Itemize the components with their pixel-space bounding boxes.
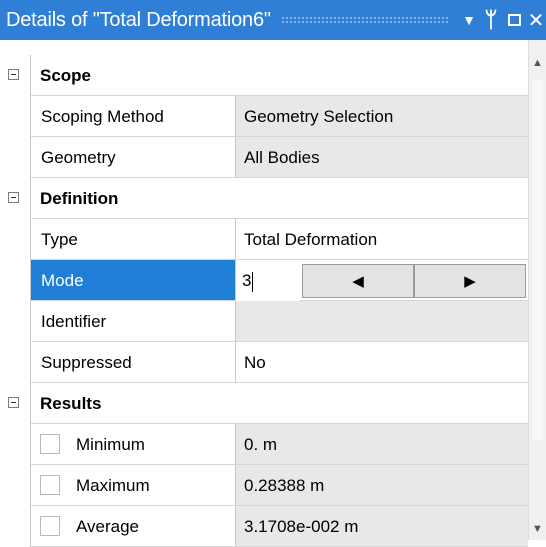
property-value[interactable]: 0.28388 m bbox=[236, 465, 528, 506]
property-row-maximum[interactable]: Maximum 0.28388 m bbox=[0, 465, 528, 506]
mode-value: 3 bbox=[242, 271, 252, 290]
close-icon[interactable]: ✕ bbox=[526, 0, 546, 40]
property-row-minimum[interactable]: Minimum 0. m bbox=[0, 424, 528, 465]
property-value[interactable]: All Bodies bbox=[236, 137, 528, 178]
property-value[interactable] bbox=[236, 301, 528, 342]
mode-input[interactable]: 3 bbox=[236, 260, 300, 301]
collapse-icon[interactable] bbox=[8, 192, 19, 203]
group-header-results[interactable]: Results bbox=[0, 383, 528, 424]
scroll-down-icon[interactable]: ▼ bbox=[529, 520, 546, 538]
property-name: Type bbox=[30, 219, 236, 260]
scrollbar-thumb[interactable] bbox=[532, 80, 543, 440]
property-name: Suppressed bbox=[30, 342, 236, 383]
drag-grip[interactable] bbox=[280, 16, 450, 24]
group-header-cell bbox=[30, 55, 528, 96]
text-caret bbox=[252, 271, 254, 292]
property-name: Identifier bbox=[30, 301, 236, 342]
group-label: Scope bbox=[40, 66, 92, 85]
title-bar[interactable]: Details of "Total Deformation6" ▼ ᛘ ✕ bbox=[0, 0, 546, 40]
property-row-suppressed[interactable]: Suppressed No bbox=[0, 342, 528, 383]
property-row-geometry[interactable]: Geometry All Bodies bbox=[0, 137, 528, 178]
parameter-checkbox[interactable] bbox=[40, 516, 60, 536]
parameter-checkbox[interactable] bbox=[40, 434, 60, 454]
property-name: Mode bbox=[30, 260, 236, 301]
group-header-cell bbox=[30, 383, 528, 424]
triangle-right-icon: ▶ bbox=[464, 273, 476, 290]
collapse-icon[interactable] bbox=[8, 397, 19, 408]
property-name: Average bbox=[76, 517, 140, 536]
next-mode-button[interactable]: ▶ bbox=[414, 264, 526, 298]
property-value[interactable]: 0. m bbox=[236, 424, 528, 465]
property-row-identifier[interactable]: Identifier bbox=[0, 301, 528, 342]
property-value[interactable]: Total Deformation bbox=[236, 219, 528, 260]
property-name: Minimum bbox=[76, 435, 145, 454]
property-row-scoping-method[interactable]: Scoping Method Geometry Selection bbox=[0, 96, 528, 137]
property-row-mode[interactable]: Mode 3 ◀ ▶ bbox=[0, 260, 528, 301]
property-value[interactable]: 3.1708e-002 m bbox=[236, 506, 528, 547]
property-row-average[interactable]: Average 3.1708e-002 m bbox=[0, 506, 528, 547]
details-panel: Details of "Total Deformation6" ▼ ᛘ ✕ Sc… bbox=[0, 0, 546, 547]
group-header-scope[interactable]: Scope bbox=[0, 55, 528, 96]
dropdown-arrow-icon[interactable]: ▼ bbox=[458, 0, 480, 40]
panel-title: Details of "Total Deformation6" bbox=[6, 8, 271, 31]
scroll-up-icon[interactable]: ▲ bbox=[529, 54, 546, 72]
property-name: Scoping Method bbox=[30, 96, 236, 137]
property-value[interactable]: No bbox=[236, 342, 528, 383]
vertical-scrollbar[interactable]: ▲ ▼ bbox=[528, 40, 546, 540]
collapse-icon[interactable] bbox=[8, 69, 19, 80]
previous-mode-button[interactable]: ◀ bbox=[302, 264, 414, 298]
group-label: Definition bbox=[40, 189, 119, 208]
property-name: Geometry bbox=[30, 137, 236, 178]
property-name: Maximum bbox=[76, 476, 150, 495]
maximize-icon[interactable] bbox=[502, 0, 526, 40]
group-header-definition[interactable]: Definition bbox=[0, 178, 528, 219]
pin-icon[interactable]: ᛘ bbox=[480, 0, 502, 40]
property-row-type[interactable]: Type Total Deformation bbox=[0, 219, 528, 260]
group-label: Results bbox=[40, 394, 102, 413]
triangle-left-icon: ◀ bbox=[352, 273, 364, 290]
property-value[interactable]: Geometry Selection bbox=[236, 96, 528, 137]
parameter-checkbox[interactable] bbox=[40, 475, 60, 495]
